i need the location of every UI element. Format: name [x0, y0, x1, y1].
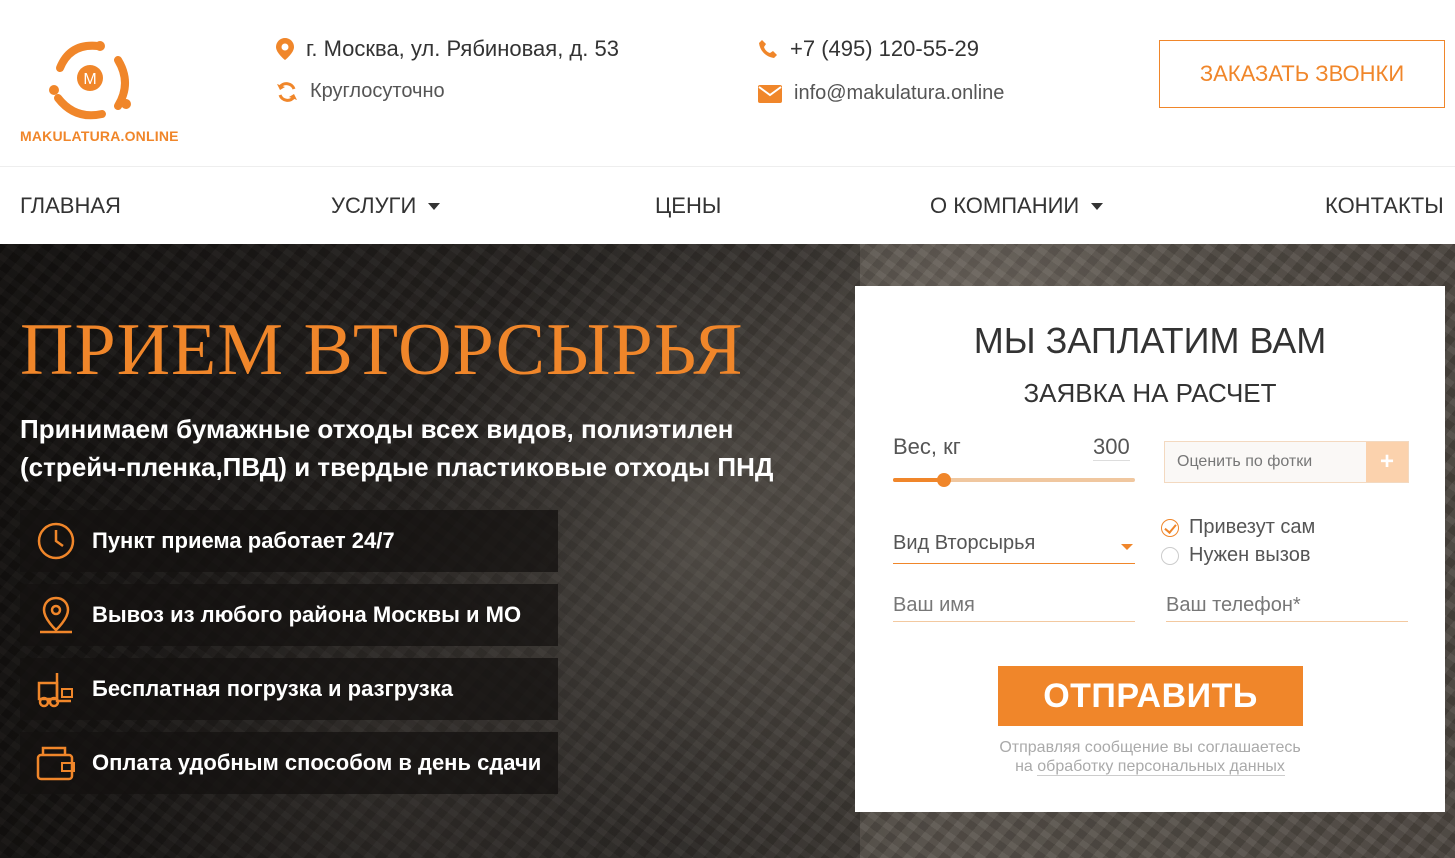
nav-label: УСЛУГИ	[331, 193, 417, 218]
working-hours: Круглосуточно	[276, 80, 445, 103]
address-text: г. Москва, ул. Рябиновая, д. 53	[306, 36, 619, 61]
weight-slider[interactable]	[893, 473, 1135, 487]
feature-text: Оплата удобным способом в день сдачи	[92, 750, 542, 775]
radio-unchecked-icon[interactable]	[1161, 546, 1179, 565]
chevron-down-icon	[1121, 544, 1133, 550]
form-subtitle: ЗАЯВКА НА РАСЧЕТ	[1023, 378, 1277, 408]
nav-label: ЦЕНЫ	[655, 193, 722, 218]
privacy-policy-link[interactable]: обработку персональных данных	[1037, 758, 1285, 776]
caret-down-icon	[1091, 202, 1104, 210]
svg-text:M: M	[83, 71, 96, 88]
nav-item-contacts[interactable]: КОНТАКТЫ	[1325, 193, 1444, 219]
email[interactable]: info@makulatura.online	[758, 82, 1004, 105]
nav-item-services[interactable]: УСЛУГИ	[331, 193, 441, 219]
radio-self-delivery[interactable]: Привезут сам	[1161, 516, 1315, 539]
feature-item: Оплата удобным способом в день сдачи	[20, 732, 558, 794]
feature-text: Вывоз из любого района Москвы и МО	[92, 602, 522, 627]
forklift-icon	[37, 673, 73, 708]
feature-item: Бесплатная погрузка и разгрузка	[20, 658, 558, 720]
feature-text: Пункт приема работает 24/7	[92, 528, 395, 553]
logo-text: MAKULATURA.ONLINE	[20, 128, 179, 144]
wallet-icon	[36, 746, 75, 781]
material-type-value: Вид Вторсырья	[893, 532, 1036, 554]
site-header: M MAKULATURA.ONLINE г. Москва, ул. Рябин…	[0, 0, 1455, 167]
caret-down-icon	[428, 202, 441, 210]
weight-label: Вес, кг	[893, 434, 961, 459]
nav-label: О КОМПАНИИ	[930, 193, 1080, 218]
slider-handle[interactable]	[936, 473, 951, 487]
photo-estimate-placeholder[interactable]: Оценить по фотки	[1165, 442, 1366, 482]
consent-on: на	[1015, 758, 1033, 775]
feature-item: Вывоз из любого района Москвы и МО	[20, 584, 558, 646]
order-call-button[interactable]: ЗАКАЗАТЬ ЗВОНКИ	[1159, 40, 1445, 108]
hours-text: Круглосуточно	[310, 80, 445, 102]
phone-text[interactable]: +7 (495) 120-55-29	[790, 36, 979, 62]
name-placeholder: Ваш имя	[893, 594, 975, 616]
phone-placeholder: Ваш телефон*	[1166, 594, 1301, 616]
phone[interactable]: +7 (495) 120-55-29	[758, 36, 979, 62]
weight-value[interactable]: 300	[1093, 434, 1130, 461]
quote-form: МЫ ЗАПЛАТИМ ВАМ ЗАЯВКА НА РАСЧЕТ Вес, кг…	[855, 286, 1445, 812]
submit-button[interactable]: ОТПРАВИТЬ	[998, 666, 1303, 726]
nav-label: КОНТАКТЫ	[1325, 193, 1444, 218]
envelope-icon	[758, 84, 782, 103]
add-photo-button[interactable]: +	[1366, 442, 1408, 482]
feature-text: Бесплатная погрузка и разгрузка	[92, 676, 453, 701]
map-pin-icon	[40, 596, 72, 634]
hero-title: ПРИЕМ ВТОРСЫРЬЯ	[20, 309, 744, 391]
nav-item-about[interactable]: О КОМПАНИИ	[930, 193, 1104, 219]
hero-subtitle: Принимаем бумажные отходы всех видов, по…	[20, 414, 774, 482]
map-marker-icon	[276, 38, 294, 60]
feature-item: Пункт приема работает 24/7	[20, 510, 558, 572]
radio-pickup-call[interactable]: Нужен вызов	[1161, 544, 1310, 567]
main-nav: ГЛАВНАЯ УСЛУГИ ЦЕНЫ О КОМПАНИИ КОНТАКТЫ	[0, 168, 1455, 244]
consent-text: Отправляя сообщение вы соглашаетесь	[999, 739, 1301, 756]
name-field[interactable]: Ваш имя	[893, 594, 1135, 622]
refresh-icon	[277, 81, 297, 102]
form-title: МЫ ЗАПЛАТИМ ВАМ	[973, 320, 1327, 361]
nav-label: ГЛАВНАЯ	[20, 193, 121, 218]
address: г. Москва, ул. Рябиновая, д. 53	[276, 36, 619, 62]
nav-item-prices[interactable]: ЦЕНЫ	[655, 193, 721, 219]
clock-icon	[37, 522, 75, 560]
material-type-select[interactable]: Вид Вторсырья	[893, 532, 1135, 564]
phone-field[interactable]: Ваш телефон*	[1166, 594, 1408, 622]
email-text[interactable]: info@makulatura.online	[794, 82, 1004, 105]
consent-note: Отправляя сообщение вы соглашаетесь на о…	[855, 738, 1445, 776]
nav-item-home[interactable]: ГЛАВНАЯ	[20, 193, 121, 219]
radio-label: Привезут сам	[1189, 516, 1316, 538]
photo-estimate-field[interactable]: Оценить по фотки +	[1164, 441, 1409, 483]
radio-label: Нужен вызов	[1189, 544, 1311, 566]
radio-checked-icon[interactable]	[1161, 518, 1179, 537]
phone-icon	[759, 40, 777, 58]
